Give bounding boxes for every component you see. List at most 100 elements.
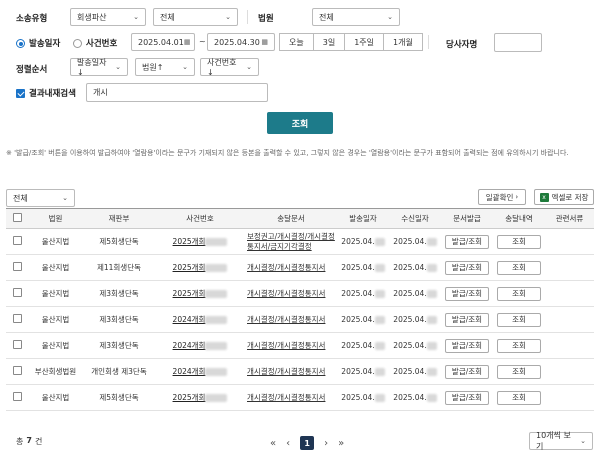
sent-date-text: 2025.04. <box>341 237 375 246</box>
redacted-mark <box>205 264 228 272</box>
document-link[interactable]: 개시결정/개시결정통지서 <box>245 306 337 333</box>
checkbox-checked-icon <box>16 88 25 98</box>
related-docs-cell <box>545 332 594 359</box>
received-date-text: 2025.04. <box>393 393 427 402</box>
document-link[interactable]: 개시결정/개시결정통지서 <box>245 358 337 385</box>
row-checkbox[interactable] <box>12 392 22 401</box>
history-button[interactable]: 조회 <box>497 286 541 301</box>
first-page-icon[interactable]: « <box>270 438 276 449</box>
row-checkbox[interactable] <box>12 366 22 375</box>
radio-selected-icon <box>16 38 25 48</box>
case-type-label: 소송유형 <box>16 14 48 24</box>
document-link[interactable]: 개시결정/개시결정통지서 <box>245 384 337 411</box>
case-number-link[interactable]: 2025개회 <box>155 280 245 307</box>
party-name-input[interactable] <box>494 33 542 52</box>
sort2-select[interactable]: 법원↑ ⌄ <box>135 58 195 76</box>
case-radio[interactable]: 사건번호 <box>73 37 117 49</box>
received-date-cell: 2025.04. <box>389 384 441 411</box>
issue-button[interactable]: 발급/조회 <box>445 286 489 301</box>
related-docs-cell <box>545 228 594 255</box>
col-header: 문서발급 <box>441 208 493 229</box>
document-link[interactable]: 개시결정/개시결정통지서 <box>245 254 337 281</box>
date-radio[interactable]: 발송일자 <box>16 37 60 49</box>
case-type-select[interactable]: 회생파산 ⌄ <box>70 8 146 26</box>
case-number-link[interactable]: 2025개회 <box>155 254 245 281</box>
period-today-button[interactable]: 오늘 <box>280 34 314 50</box>
result-filter-select[interactable]: 전체 ⌄ <box>6 189 75 207</box>
redacted-mark <box>426 342 437 350</box>
table-row: 울산지법 제11회생단독 2025개회 개시결정/개시결정통지서 2025.04… <box>6 254 594 281</box>
case-number-text: 2025개회 <box>172 289 206 298</box>
page-current[interactable]: 1 <box>300 436 315 450</box>
court-select[interactable]: 전체 ⌄ <box>312 8 400 26</box>
result-filter-value: 전체 <box>13 193 28 203</box>
excel-save-label: 엑셀로 저장 <box>551 192 589 202</box>
prev-page-icon[interactable]: ‹ <box>286 438 290 449</box>
excel-icon: x <box>539 192 549 202</box>
division-cell: 제3회생단독 <box>83 280 155 307</box>
case-number-link[interactable]: 2024개회 <box>155 332 245 359</box>
select-all-checkbox[interactable] <box>12 213 22 222</box>
case-number-link[interactable]: 2025개회 <box>155 228 245 255</box>
period-1week-button[interactable]: 1주일 <box>345 34 384 50</box>
issue-button[interactable]: 발급/조회 <box>445 234 489 249</box>
refine-label: 결과내재검색 <box>29 89 76 99</box>
row-checkbox[interactable] <box>12 314 22 323</box>
row-checkbox[interactable] <box>12 288 22 297</box>
issue-button[interactable]: 발급/조회 <box>445 390 489 405</box>
related-docs-cell <box>545 254 594 281</box>
history-button[interactable]: 조회 <box>497 312 541 327</box>
date-from-value: 2025.04.01 <box>138 37 184 47</box>
page-size-select[interactable]: 10개씩 보기 ⌄ <box>529 431 593 451</box>
sent-date-cell: 2025.04. <box>337 358 389 385</box>
document-link[interactable]: 보정권고/개시결정/개시결정통지서/금지기각결정 <box>245 228 337 255</box>
col-header: 발송일자 <box>337 208 389 229</box>
case-number-link[interactable]: 2024개회 <box>155 358 245 385</box>
redacted-mark <box>426 368 437 376</box>
search-button[interactable]: 조회 <box>267 112 333 134</box>
redacted-mark <box>426 264 437 272</box>
row-checkbox[interactable] <box>12 340 22 349</box>
received-date-text: 2025.04. <box>393 315 427 324</box>
excel-save-button[interactable]: x 엑셀로 저장 <box>534 189 594 205</box>
history-button[interactable]: 조회 <box>497 390 541 405</box>
case-type-value: 회생파산 <box>77 12 107 22</box>
case-number-text: 2025개회 <box>172 393 206 402</box>
history-button[interactable]: 조회 <box>497 234 541 249</box>
chevron-down-icon: ⌄ <box>246 63 252 71</box>
court-cell: 울산지법 <box>28 384 83 411</box>
issue-button[interactable]: 발급/조회 <box>445 260 489 275</box>
case-number-link[interactable]: 2025개회 <box>155 384 245 411</box>
issue-button[interactable]: 발급/조회 <box>445 312 489 327</box>
refine-checkbox[interactable]: 결과내재검색 <box>16 87 76 99</box>
issue-button[interactable]: 발급/조회 <box>445 364 489 379</box>
row-checkbox[interactable] <box>12 262 22 271</box>
history-button[interactable]: 조회 <box>497 364 541 379</box>
date-from-input[interactable]: 2025.04.01 ▦ <box>131 33 195 51</box>
case-number-link[interactable]: 2024개회 <box>155 306 245 333</box>
sort1-select[interactable]: 발송일자↓ ⌄ <box>70 58 128 77</box>
issue-button[interactable]: 발급/조회 <box>445 338 489 353</box>
document-link[interactable]: 개시결정/개시결정통지서 <box>245 280 337 307</box>
sent-date-cell: 2025.04. <box>337 306 389 333</box>
table-row: 울산지법 제3회생단독 2024개회 개시결정/개시결정통지서 2025.04.… <box>6 332 594 359</box>
col-header: 수신일자 <box>389 208 441 229</box>
history-button[interactable]: 조회 <box>497 260 541 275</box>
document-link[interactable]: 개시결정/개시결정통지서 <box>245 332 337 359</box>
sort3-select[interactable]: 사건번호↓ ⌄ <box>200 58 259 77</box>
division-cell: 제11회생단독 <box>83 254 155 281</box>
period-1month-button[interactable]: 1개월 <box>384 34 422 50</box>
date-to-input[interactable]: 2025.04.30 ▦ <box>207 33 275 51</box>
row-checkbox[interactable] <box>12 236 22 245</box>
last-page-icon[interactable]: » <box>338 438 344 449</box>
case-subtype-select[interactable]: 전체 ⌄ <box>153 8 238 26</box>
total-number: 7 <box>26 436 32 445</box>
period-3days-button[interactable]: 3일 <box>313 34 346 50</box>
table-header-row: 법원 재판부 사건번호 송달문서 발송일자 수신일자 문서발급 송달내역 관련서… <box>6 208 594 229</box>
refine-input[interactable]: 개시 <box>86 83 268 102</box>
chevron-down-icon: ⌄ <box>182 63 188 71</box>
next-page-icon[interactable]: › <box>324 438 328 449</box>
history-button[interactable]: 조회 <box>497 338 541 353</box>
bulk-confirm-button[interactable]: 일괄확인 › <box>478 189 526 205</box>
redacted-mark <box>205 368 228 376</box>
